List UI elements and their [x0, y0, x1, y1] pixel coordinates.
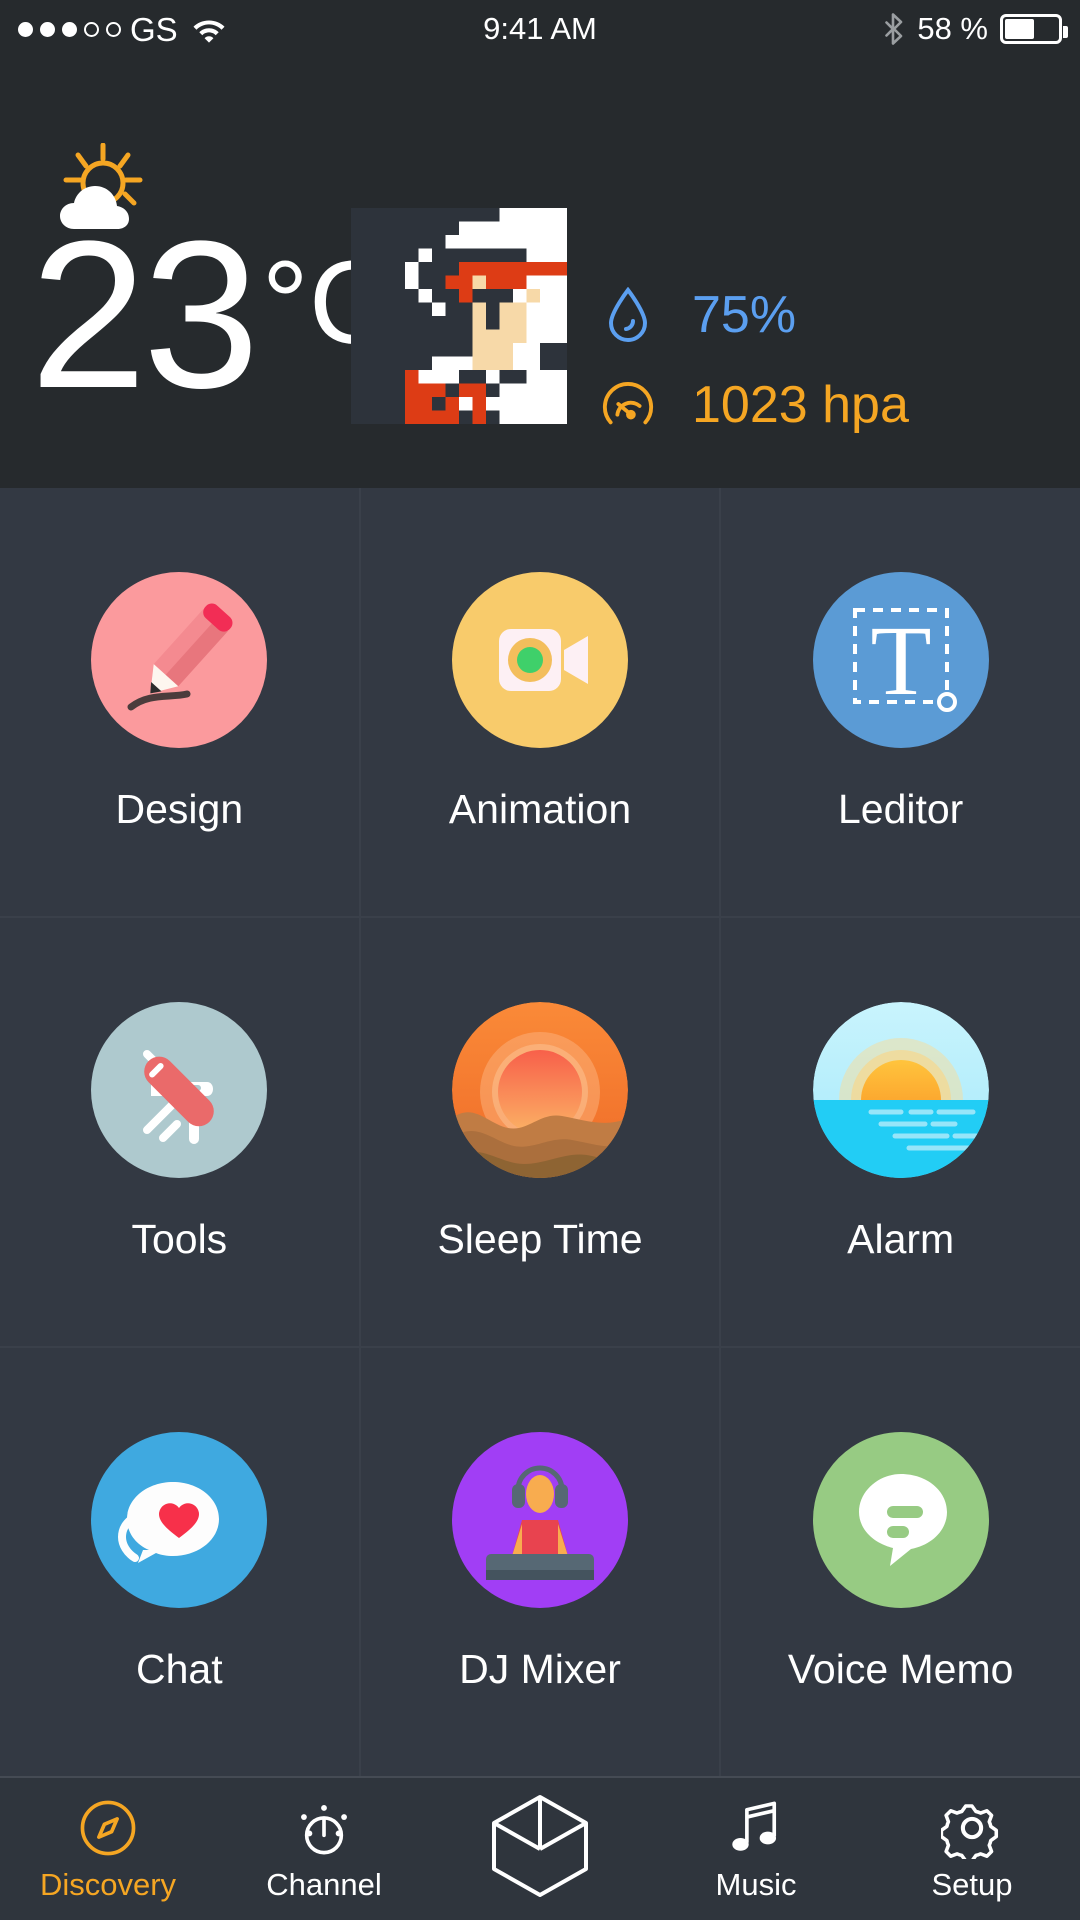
pocket-knife-icon — [91, 1001, 268, 1178]
humidity-value: 75% — [692, 286, 797, 344]
weather-panel[interactable]: 23 °C 75% 1023 hpa — [0, 58, 1080, 592]
humidity-metric: 75% — [600, 280, 909, 350]
app-label: Design — [115, 785, 244, 832]
app-tile-voice-memo[interactable]: Voice Memo — [721, 1348, 1080, 1776]
dj-icon — [451, 1431, 628, 1608]
app-tile-alarm[interactable]: Alarm — [721, 918, 1080, 1346]
battery-percent-label: 58 % — [917, 11, 988, 46]
app-label: Sleep Time — [437, 1215, 643, 1262]
pressure-gauge-icon — [600, 378, 656, 432]
battery-icon — [1000, 14, 1068, 44]
tab-discovery[interactable]: Discovery — [0, 1778, 216, 1920]
app-screen: GS 9:41 AM 58 % 23 °C 75% 1023 hpa Desig… — [0, 0, 1080, 1920]
video-camera-icon — [451, 571, 628, 748]
tab-cube[interactable] — [432, 1778, 648, 1920]
compass-icon — [74, 1795, 142, 1861]
app-tile-leditor[interactable]: T Leditor — [721, 488, 1080, 916]
svg-text:T: T — [870, 605, 931, 716]
app-label: Alarm — [847, 1215, 955, 1262]
app-tile-design[interactable]: Design — [0, 488, 359, 916]
bluetooth-icon — [883, 13, 905, 45]
pencil-icon — [91, 571, 268, 748]
pressure-metric: 1023 hpa — [600, 370, 909, 440]
heart-bubble-icon — [91, 1431, 268, 1608]
app-tile-sleep-time[interactable]: Sleep Time — [360, 918, 720, 1346]
app-label: DJ Mixer — [459, 1645, 621, 1692]
weather-metrics: 75% 1023 hpa — [600, 280, 909, 460]
message-lines-icon — [812, 1431, 989, 1608]
temperature-display: 23 °C — [30, 197, 394, 432]
app-tile-dj-mixer[interactable]: DJ Mixer — [360, 1348, 720, 1776]
app-tile-animation[interactable]: Animation — [360, 488, 720, 916]
water-drop-icon — [600, 287, 656, 343]
app-label: Animation — [448, 785, 632, 832]
text-tool-icon: T — [812, 571, 989, 748]
tab-label: Setup — [931, 1867, 1013, 1902]
radar-icon — [290, 1795, 358, 1861]
tab-label: Channel — [266, 1867, 382, 1902]
app-tile-chat[interactable]: Chat — [0, 1348, 359, 1776]
status-bar: GS 9:41 AM 58 % — [0, 0, 1080, 58]
pixel-art-avatar — [351, 208, 567, 424]
app-tile-tools[interactable]: Tools — [0, 918, 359, 1346]
tab-channel[interactable]: Channel — [216, 1778, 432, 1920]
cube-icon — [487, 1793, 593, 1899]
bottom-tab-bar: Discovery Channel Music Setup — [0, 1776, 1080, 1920]
app-label: Leditor — [837, 785, 964, 832]
status-bar-right: 58 % — [883, 11, 1068, 47]
music-note-icon — [722, 1795, 790, 1861]
app-label: Voice Memo — [787, 1645, 1014, 1692]
tab-label: Discovery — [39, 1867, 177, 1902]
app-label: Tools — [131, 1215, 228, 1262]
tab-label: Music — [715, 1867, 797, 1902]
sunset-dunes-icon — [451, 1001, 628, 1178]
app-label: Chat — [136, 1645, 223, 1692]
app-grid: Design Animation T Leditor Tools Sleep T… — [0, 488, 1080, 1776]
temperature-value: 23 — [30, 197, 260, 432]
tab-setup[interactable]: Setup — [864, 1778, 1080, 1920]
tab-music[interactable]: Music — [648, 1778, 864, 1920]
pressure-value: 1023 hpa — [692, 376, 909, 434]
sunrise-sea-icon — [812, 1001, 989, 1178]
gear-icon — [938, 1795, 1006, 1861]
